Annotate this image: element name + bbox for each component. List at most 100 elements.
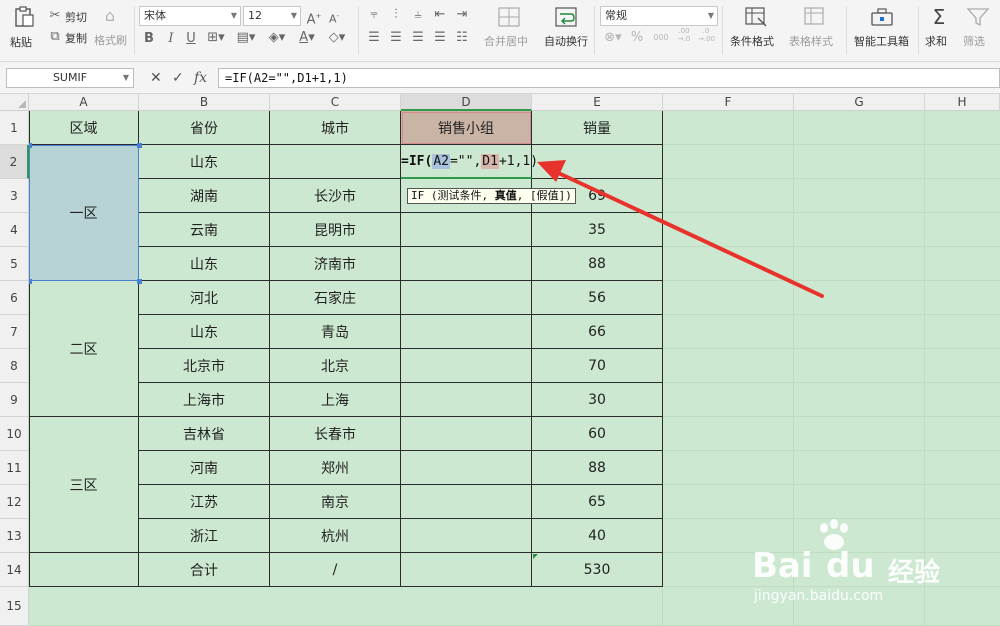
in-cell-formula[interactable]: =IF(A2="",D1+1,1)	[401, 154, 538, 169]
italic-icon[interactable]: I	[164, 31, 178, 47]
font-size-select[interactable]: 12 ▼	[243, 6, 301, 26]
province-cell[interactable]: 河北	[139, 281, 270, 315]
city-cell[interactable]	[270, 145, 401, 179]
total-city-cell[interactable]: /	[270, 553, 401, 587]
sales-group-cell[interactable]	[401, 247, 532, 281]
region-cell[interactable]: 一区	[29, 145, 139, 281]
header-sales-group[interactable]: 销售小组	[401, 111, 532, 145]
column-header-e[interactable]: E	[532, 94, 663, 111]
sales-group-cell[interactable]	[401, 383, 532, 417]
sales-group-cell[interactable]	[401, 281, 532, 315]
city-cell[interactable]: 昆明市	[270, 213, 401, 247]
column-header-g[interactable]: G	[794, 94, 925, 111]
indent-increase-icon[interactable]: ⇥	[454, 7, 470, 23]
province-cell[interactable]: 湖南	[139, 179, 270, 213]
sales-cell[interactable]	[532, 145, 663, 179]
city-cell[interactable]: 北京	[270, 349, 401, 383]
table-style-button[interactable]: 表格样式	[788, 6, 842, 50]
row-header-1[interactable]: 1	[0, 111, 29, 145]
province-cell[interactable]: 江苏	[139, 485, 270, 519]
province-cell[interactable]: 吉林省	[139, 417, 270, 451]
province-cell[interactable]: 山东	[139, 315, 270, 349]
align-bottom-icon[interactable]: ⫨	[410, 7, 426, 23]
sales-group-cell[interactable]	[401, 213, 532, 247]
align-middle-icon[interactable]: ⫶	[388, 7, 404, 23]
filter-button[interactable]: 筛选	[960, 6, 998, 50]
font-name-select[interactable]: 宋体 ▼	[139, 6, 241, 26]
header-region[interactable]: 区域	[29, 111, 139, 145]
sales-cell[interactable]: 60	[532, 417, 663, 451]
number-format-select[interactable]: 常规 ▼	[600, 6, 718, 26]
sales-cell[interactable]: 88	[532, 247, 663, 281]
row-header-7[interactable]: 7	[0, 315, 29, 349]
sales-group-cell[interactable]	[401, 451, 532, 485]
smart-toolbox-button[interactable]: 智能工具箱	[852, 6, 914, 50]
province-cell[interactable]: 浙江	[139, 519, 270, 553]
cancel-icon[interactable]: ✕	[150, 69, 162, 87]
row-header-4[interactable]: 4	[0, 213, 29, 247]
city-cell[interactable]: 长沙市	[270, 179, 401, 213]
font-color-icon[interactable]: A▾	[296, 30, 318, 46]
cell-style-icon[interactable]: ▤▾	[236, 30, 256, 46]
copy-button[interactable]: ⧉ 复制	[48, 29, 90, 45]
column-header-d[interactable]: D	[401, 94, 532, 111]
city-cell[interactable]: 济南市	[270, 247, 401, 281]
row-header-3[interactable]: 3	[0, 179, 29, 213]
error-indicator-icon[interactable]	[533, 554, 538, 559]
bold-icon[interactable]: B	[142, 31, 156, 47]
city-cell[interactable]: 长春市	[270, 417, 401, 451]
header-province[interactable]: 省份	[139, 111, 270, 145]
row-header-8[interactable]: 8	[0, 349, 29, 383]
thousands-separator-icon[interactable]: 000	[650, 30, 672, 46]
sales-group-cell[interactable]	[401, 315, 532, 349]
row-header-9[interactable]: 9	[0, 383, 29, 417]
total-label-cell[interactable]: 合计	[139, 553, 270, 587]
sales-cell[interactable]: 56	[532, 281, 663, 315]
column-header-f[interactable]: F	[663, 94, 794, 111]
sales-cell[interactable]: 40	[532, 519, 663, 553]
align-right-icon[interactable]: ☰	[410, 30, 426, 46]
region-cell[interactable]: 三区	[29, 417, 139, 553]
conditional-format-button[interactable]: 条件格式	[728, 6, 784, 50]
selection-handle[interactable]	[137, 279, 142, 284]
header-sales[interactable]: 销量	[532, 111, 663, 145]
column-header-a[interactable]: A	[29, 94, 139, 111]
selection-handle[interactable]	[137, 143, 142, 148]
row-header-6[interactable]: 6	[0, 281, 29, 315]
sales-group-cell[interactable]	[401, 485, 532, 519]
selection-handle[interactable]	[29, 279, 32, 284]
currency-icon[interactable]: ⊗▾	[602, 30, 624, 46]
paste-button[interactable]: 粘贴	[8, 6, 42, 50]
increase-decimal-icon[interactable]: .00 →.0	[676, 27, 692, 43]
sales-group-cell[interactable]	[401, 349, 532, 383]
format-painter-button[interactable]: ⌂ 格式刷	[93, 6, 129, 50]
column-header-b[interactable]: B	[139, 94, 270, 111]
total-group-cell[interactable]	[401, 553, 532, 587]
borders-icon[interactable]: ⊞▾	[206, 30, 226, 46]
clear-icon[interactable]: ◇▾	[326, 30, 348, 46]
align-top-icon[interactable]: ⫧	[366, 7, 382, 23]
percent-icon[interactable]: %	[630, 30, 644, 46]
sales-group-cell[interactable]	[401, 417, 532, 451]
city-cell[interactable]: 杭州	[270, 519, 401, 553]
province-cell[interactable]: 山东	[139, 145, 270, 179]
sales-cell[interactable]: 66	[532, 315, 663, 349]
column-header-c[interactable]: C	[270, 94, 401, 111]
decrease-font-icon[interactable]: A-	[326, 8, 342, 28]
merge-center-button[interactable]: 合并居中	[482, 6, 534, 50]
fill-color-icon[interactable]: ◈▾	[266, 30, 288, 46]
row-header-12[interactable]: 12	[0, 485, 29, 519]
sales-cell[interactable]: 65	[532, 485, 663, 519]
sales-cell[interactable]: 30	[532, 383, 663, 417]
justify-icon[interactable]: ☰	[432, 30, 448, 46]
province-cell[interactable]: 云南	[139, 213, 270, 247]
province-cell[interactable]: 北京市	[139, 349, 270, 383]
insert-function-icon[interactable]: fx	[194, 69, 207, 87]
align-center-icon[interactable]: ☰	[388, 30, 404, 46]
selection-handle[interactable]	[29, 143, 32, 148]
total-region-cell[interactable]	[29, 553, 139, 587]
sales-cell[interactable]: 35	[532, 213, 663, 247]
sales-cell[interactable]: 88	[532, 451, 663, 485]
row-header-10[interactable]: 10	[0, 417, 29, 451]
sum-button[interactable]: Σ 求和	[922, 6, 958, 50]
